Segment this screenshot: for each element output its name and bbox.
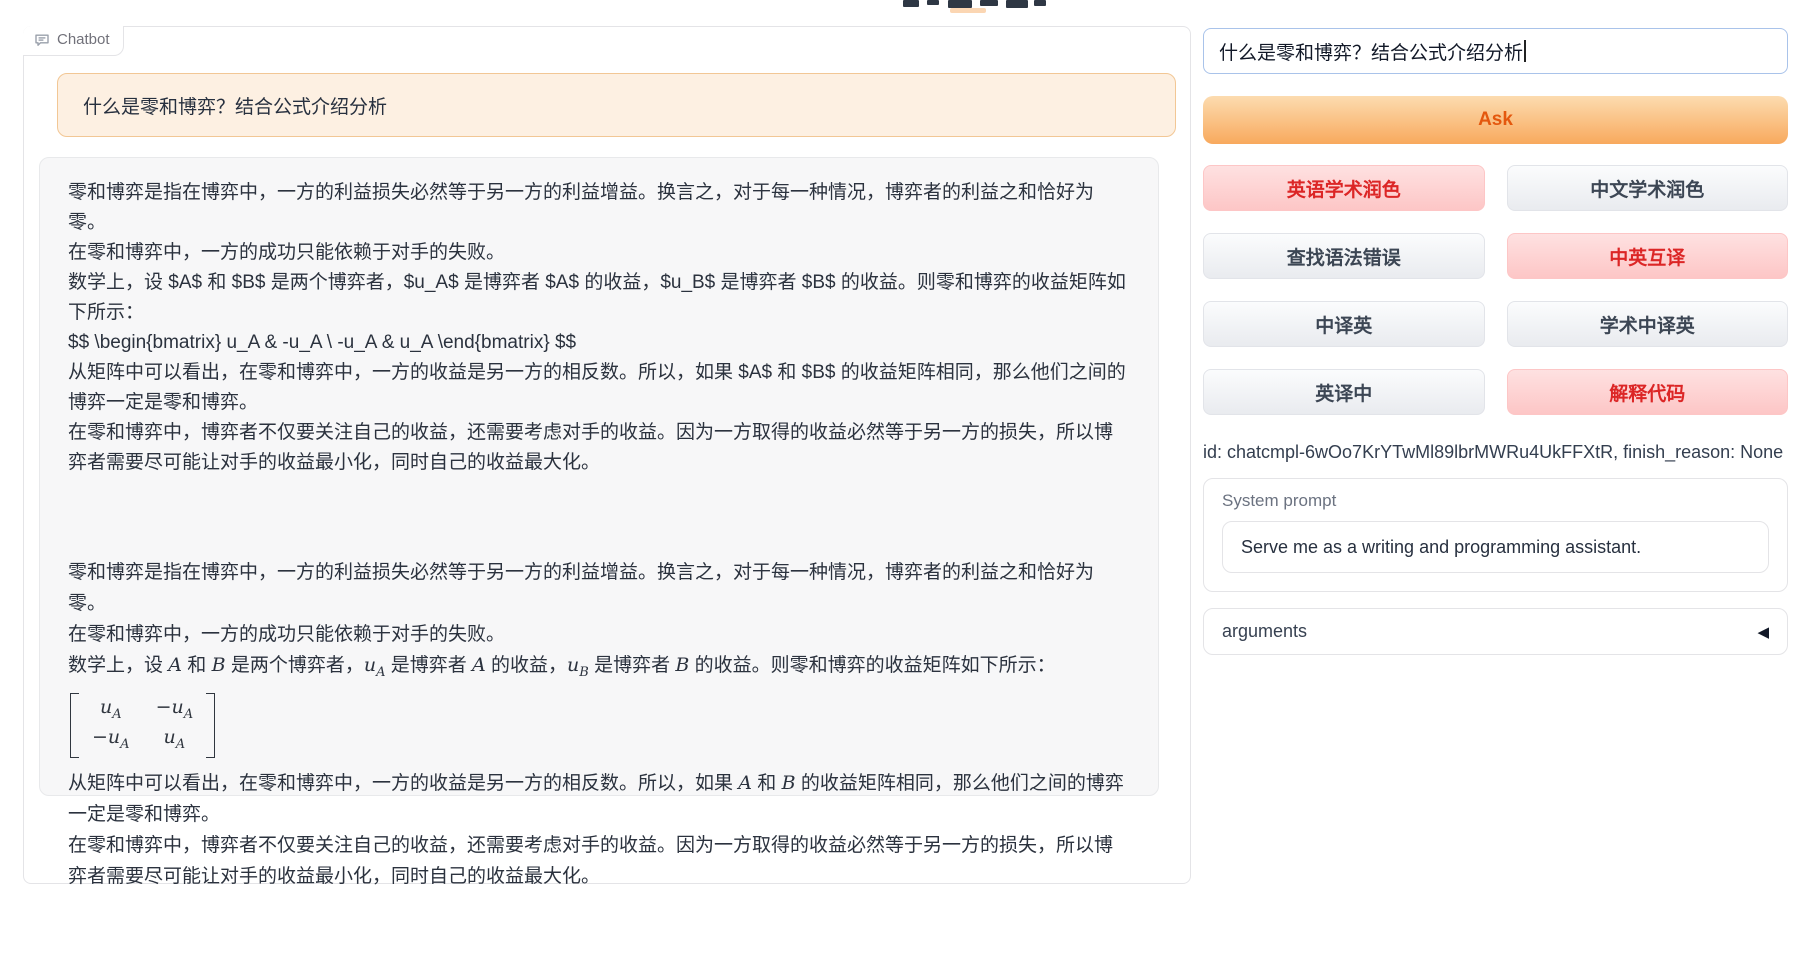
system-prompt-input[interactable]: Serve me as a writing and programming as…: [1222, 521, 1769, 573]
chatbot-label: Chatbot: [23, 26, 124, 56]
payoff-matrix: uA −uA −uA uA: [70, 693, 215, 759]
clipped-page-title: [890, 0, 1060, 16]
chatbot-label-text: Chatbot: [57, 31, 110, 49]
arguments-accordion-header[interactable]: arguments ◀: [1203, 608, 1788, 655]
gradio-app: Chatbot 什么是零和博弈？结合公式介绍分析 零和博弈是指在博弈中，一方的利…: [0, 0, 1814, 961]
matrix-cell-r2c2: uA: [164, 726, 186, 756]
text-cursor: [1524, 40, 1526, 62]
title-glyph-fragment: [927, 0, 939, 5]
title-glyph-fragment: [980, 0, 998, 6]
arguments-accordion-label: arguments: [1222, 621, 1307, 642]
bot-raw-latex-text: 零和博弈是指在博弈中，一方的利益损失必然等于另一方的利益增益。换言之，对于每一种…: [68, 178, 1130, 478]
matrix-right-bracket: [206, 693, 215, 759]
quick-action-en-to-zh[interactable]: 英译中: [1203, 369, 1485, 415]
quick-action-zh-to-en[interactable]: 中译英: [1203, 301, 1485, 347]
title-glyph-fragment: [1034, 0, 1046, 6]
system-prompt-label: System prompt: [1222, 491, 1769, 511]
ask-button[interactable]: Ask: [1203, 96, 1788, 144]
bot-rendered-paragraph-2: 数学上，设 A 和 B 是两个博弈者，uA 是博弈者 A 的收益，uB 是博弈者…: [68, 650, 1130, 688]
question-input[interactable]: 什么是零和博弈？结合公式介绍分析: [1203, 28, 1788, 74]
controls-column: 什么是零和博弈？结合公式介绍分析 Ask 英语学术润色 中文学术润色 查找语法错…: [1203, 28, 1788, 655]
bot-rendered-paragraph-4: 在零和博弈中，博弈者不仅要关注自己的收益，还需要考虑对手的收益。因为一方取得的收…: [68, 830, 1130, 892]
bot-message: 零和博弈是指在博弈中，一方的利益损失必然等于另一方的利益增益。换言之，对于每一种…: [39, 157, 1159, 796]
chat-bubble-icon: [34, 32, 50, 48]
quick-action-zh-en-mutual-translate[interactable]: 中英互译: [1507, 233, 1789, 279]
system-prompt-value: Serve me as a writing and programming as…: [1241, 537, 1641, 558]
matrix-cells: uA −uA −uA uA: [79, 693, 206, 759]
quick-action-academic-zh-to-en[interactable]: 学术中译英: [1507, 301, 1789, 347]
accordion-collapse-icon: ◀: [1757, 623, 1769, 641]
chatbot-panel: Chatbot 什么是零和博弈？结合公式介绍分析 零和博弈是指在博弈中，一方的利…: [23, 26, 1191, 884]
question-input-value: 什么是零和博弈？结合公式介绍分析: [1219, 38, 1523, 65]
matrix-cell-r1c1: uA: [100, 696, 122, 726]
bot-rendered-paragraph-3: 从矩阵中可以看出，在零和博弈中，一方的收益是另一方的相反数。所以，如果 A 和 …: [68, 768, 1130, 830]
quick-action-explain-code[interactable]: 解释代码: [1507, 369, 1789, 415]
bot-rendered-markdown: 零和博弈是指在博弈中，一方的利益损失必然等于另一方的利益增益。换言之，对于每一种…: [68, 557, 1130, 892]
completion-status-line: id: chatcmpl-6wOo7KrYTwMl89lbrMWRu4UkFFX…: [1203, 441, 1788, 463]
user-message-text: 什么是零和博弈？结合公式介绍分析: [83, 92, 387, 119]
quick-action-english-polish[interactable]: 英语学术润色: [1203, 165, 1485, 211]
matrix-left-bracket: [70, 693, 79, 759]
title-highlight-fragment: [950, 8, 986, 13]
title-glyph-fragment: [903, 0, 919, 7]
matrix-cell-r2c1: −uA: [92, 726, 130, 756]
quick-action-chinese-polish[interactable]: 中文学术润色: [1507, 165, 1789, 211]
system-prompt-card: System prompt Serve me as a writing and …: [1203, 478, 1788, 592]
bot-rendered-paragraph-1: 零和博弈是指在博弈中，一方的利益损失必然等于另一方的利益增益。换言之，对于每一种…: [68, 557, 1130, 650]
user-message: 什么是零和博弈？结合公式介绍分析: [57, 73, 1176, 137]
title-glyph-fragment: [948, 0, 972, 8]
title-glyph-fragment: [1006, 0, 1028, 8]
quick-actions-grid: 英语学术润色 中文学术润色 查找语法错误 中英互译 中译英 学术中译英 英译中 …: [1203, 165, 1788, 415]
quick-action-find-grammar-errors[interactable]: 查找语法错误: [1203, 233, 1485, 279]
matrix-cell-r1c2: −uA: [156, 696, 194, 726]
